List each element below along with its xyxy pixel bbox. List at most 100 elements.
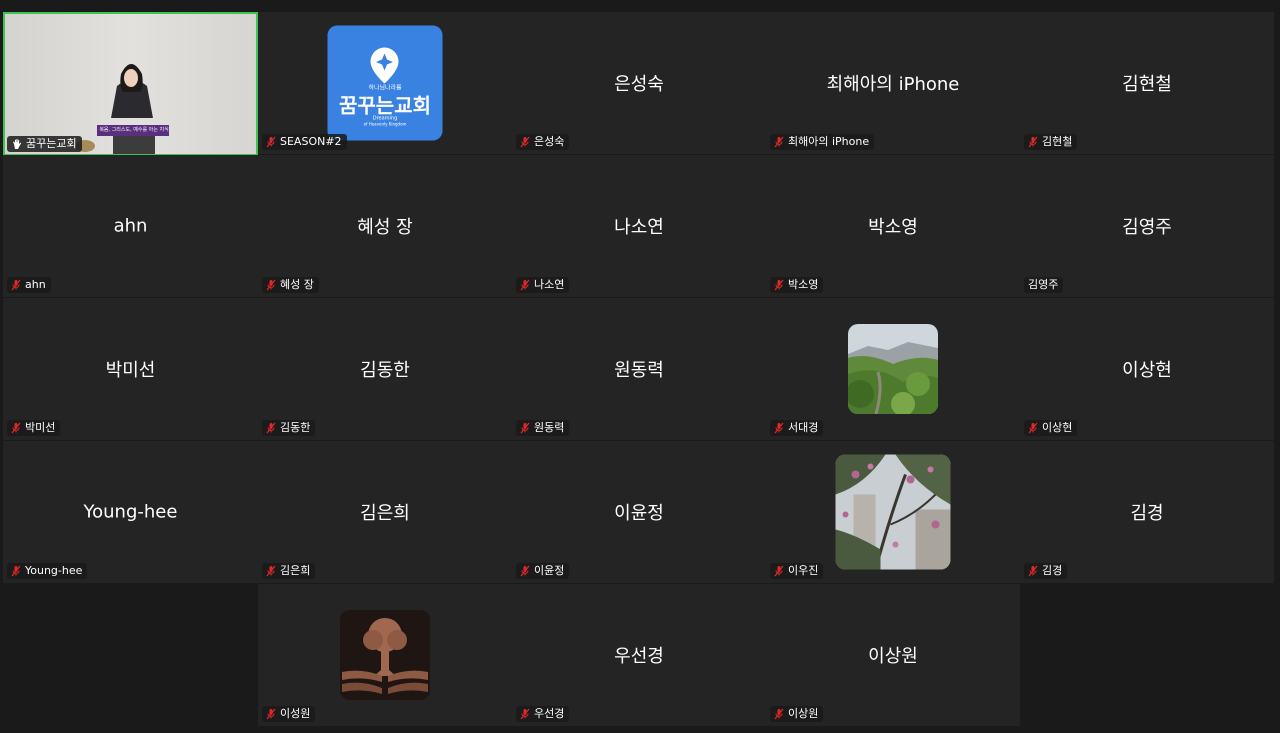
participant-nametag: 원동력 bbox=[516, 420, 570, 436]
participant-tile[interactable]: 이상현 이상현 bbox=[1020, 298, 1274, 440]
participant-name: 우선경 bbox=[534, 707, 565, 720]
participant-nametag: Young-hee bbox=[7, 563, 88, 579]
tree-avatar bbox=[340, 610, 430, 700]
mic-muted-icon bbox=[11, 279, 21, 291]
participant-name: 이상원 bbox=[788, 707, 819, 720]
participant-nametag: 나소연 bbox=[516, 277, 570, 293]
participant-tile[interactable]: 김은희 김은희 bbox=[258, 441, 512, 583]
participant-display-name: 박미선 bbox=[105, 360, 156, 381]
mic-muted-icon bbox=[774, 279, 784, 291]
participant-display-name: 김은희 bbox=[360, 503, 410, 524]
participant-display-name: 김경 bbox=[1130, 503, 1164, 524]
participant-nametag: ahn bbox=[7, 277, 51, 293]
participant-name: 혜성 장 bbox=[280, 278, 314, 291]
mic-muted-icon bbox=[774, 708, 784, 720]
participant-tile[interactable]: 최해아의 iPhone 최해아의 iPhone bbox=[766, 12, 1020, 154]
participant-name: 최해아의 iPhone bbox=[788, 135, 870, 148]
mic-muted-icon bbox=[520, 565, 530, 577]
church-logo-avatar: 하나님나라를 꿈꾸는교회 Dreaming of Heavenly Kingdo… bbox=[327, 25, 443, 141]
participant-tile[interactable]: 원동력 원동력 bbox=[512, 298, 766, 440]
participant-tile[interactable]: 서대경 bbox=[766, 298, 1020, 440]
participant-tile[interactable]: 은성숙 은성숙 bbox=[512, 12, 766, 154]
participant-nametag: 김은희 bbox=[262, 563, 316, 579]
participant-name: 김동한 bbox=[280, 421, 311, 434]
participant-tile[interactable]: 김동한 김동한 bbox=[258, 298, 512, 440]
participant-name: 서대경 bbox=[788, 421, 819, 434]
blossom-photo bbox=[835, 454, 951, 570]
participant-nametag: 우선경 bbox=[516, 706, 570, 722]
participant-display-name: 혜성 장 bbox=[357, 217, 413, 238]
participant-nametag: 박소영 bbox=[770, 277, 824, 293]
participant-name: 김경 bbox=[1042, 564, 1063, 577]
participant-nametag: 이우진 bbox=[770, 563, 824, 579]
active-speaker-nametag: 꿈꾸는교회 bbox=[7, 136, 82, 152]
mic-muted-icon bbox=[774, 565, 784, 577]
active-speaker-name: 꿈꾸는교회 bbox=[26, 137, 77, 150]
raised-hand-icon bbox=[13, 139, 22, 149]
participant-name: 김은희 bbox=[280, 564, 311, 577]
participant-tile[interactable]: 이성원 bbox=[258, 584, 512, 726]
mic-muted-icon bbox=[520, 279, 530, 291]
mic-muted-icon bbox=[266, 708, 276, 720]
participant-nametag: 이상현 bbox=[1024, 420, 1078, 436]
participant-display-name: 나소연 bbox=[614, 217, 664, 238]
participant-display-name: 우선경 bbox=[614, 646, 664, 667]
mic-muted-icon bbox=[266, 136, 276, 148]
participant-tile[interactable]: 나소연 나소연 bbox=[512, 155, 766, 297]
mic-muted-icon bbox=[1028, 136, 1038, 148]
participant-display-name: 이상원 bbox=[868, 646, 918, 667]
mic-muted-icon bbox=[774, 422, 784, 434]
participant-name: ahn bbox=[25, 278, 46, 291]
participant-tile[interactable]: 김경 김경 bbox=[1020, 441, 1274, 583]
participant-display-name: 이윤정 bbox=[614, 503, 664, 524]
participant-tile[interactable]: 우선경 우선경 bbox=[512, 584, 766, 726]
participant-display-name: ahn bbox=[113, 215, 148, 237]
participant-name: Young-hee bbox=[25, 564, 83, 577]
participant-nametag: 이윤정 bbox=[516, 563, 570, 579]
participant-tile[interactable]: Young-hee Young-hee bbox=[3, 441, 258, 583]
participant-name: 원동력 bbox=[534, 421, 565, 434]
participant-name: 은성숙 bbox=[534, 135, 565, 148]
blossom-avatar bbox=[835, 454, 951, 570]
participant-tile[interactable]: 박미선 박미선 bbox=[3, 298, 258, 440]
participant-tile[interactable]: 김영주 김영주 bbox=[1020, 155, 1274, 297]
active-speaker-tile[interactable]: 복음, 그리스도, 예수를 아는 지식 꿈꾸는교회 bbox=[3, 12, 258, 156]
logo-line2: 꿈꾸는교회 bbox=[339, 93, 431, 118]
participant-tile[interactable]: ahn ahn bbox=[3, 155, 258, 297]
mic-muted-icon bbox=[520, 708, 530, 720]
participant-nametag: 서대경 bbox=[770, 420, 824, 436]
participant-tile[interactable]: 이상원 이상원 bbox=[766, 584, 1020, 726]
mic-muted-icon bbox=[774, 136, 784, 148]
participant-display-name: Young-hee bbox=[83, 501, 178, 523]
participant-nametag: 최해아의 iPhone bbox=[770, 134, 875, 150]
mic-muted-icon bbox=[266, 279, 276, 291]
participant-name: 이우진 bbox=[788, 564, 819, 577]
participant-display-name: 원동력 bbox=[614, 360, 664, 381]
participant-nametag: 김경 bbox=[1024, 563, 1068, 579]
mic-muted-icon bbox=[520, 422, 530, 434]
participant-name: 박미선 bbox=[25, 421, 56, 434]
participant-display-name: 은성숙 bbox=[614, 74, 664, 95]
participant-tile[interactable]: 혜성 장 혜성 장 bbox=[258, 155, 512, 297]
participant-tile[interactable]: 박소영 박소영 bbox=[766, 155, 1020, 297]
participant-tile[interactable]: 김현철 김현철 bbox=[1020, 12, 1274, 154]
mic-muted-icon bbox=[266, 565, 276, 577]
mic-muted-icon bbox=[266, 422, 276, 434]
participant-name: 이윤정 bbox=[534, 564, 565, 577]
participant-name: 김현철 bbox=[1042, 135, 1073, 148]
participant-tile[interactable]: 이우진 bbox=[766, 441, 1020, 583]
mic-muted-icon bbox=[11, 565, 21, 577]
participant-name: SEASON#2 bbox=[280, 135, 342, 148]
participant-display-name: 박소영 bbox=[868, 217, 918, 238]
participant-nametag: 이상원 bbox=[770, 706, 824, 722]
participant-name: 김영주 bbox=[1028, 278, 1059, 291]
participant-name: 이성원 bbox=[280, 707, 311, 720]
tree-icon bbox=[340, 610, 430, 700]
landscape-photo bbox=[848, 324, 938, 414]
participant-nametag: 이성원 bbox=[262, 706, 316, 722]
participant-display-name: 김영주 bbox=[1122, 217, 1172, 238]
participant-tile[interactable]: 이윤정 이윤정 bbox=[512, 441, 766, 583]
participant-name: 박소영 bbox=[788, 278, 819, 291]
participant-tile[interactable]: 하나님나라를 꿈꾸는교회 Dreaming of Heavenly Kingdo… bbox=[258, 12, 512, 154]
participant-nametag: 혜성 장 bbox=[262, 277, 319, 293]
